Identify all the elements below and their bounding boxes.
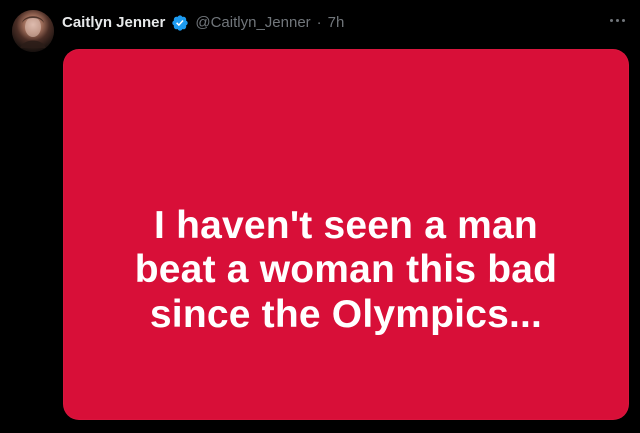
tweet: Caitlyn Jenner @Caitlyn_Jenner · 7h I ha… [0, 0, 640, 433]
verified-badge-icon [171, 14, 189, 32]
media-line-3: since the Olympics... [149, 292, 543, 336]
meta-separator: · [316, 14, 322, 31]
tweet-media[interactable]: I haven't seen a man beat a woman this b… [63, 49, 629, 420]
media-line-1: I haven't seen a man [154, 204, 538, 247]
tweet-header: Caitlyn Jenner @Caitlyn_Jenner · 7h [62, 12, 344, 34]
media-line-2: beat a woman this bad [134, 248, 558, 292]
display-name[interactable]: Caitlyn Jenner [62, 12, 165, 34]
handle[interactable]: @Caitlyn_Jenner [195, 12, 310, 34]
avatar[interactable] [12, 10, 54, 52]
media-text: I haven't seen a man beat a woman this b… [63, 204, 629, 337]
more-icon[interactable] [604, 10, 630, 30]
timestamp[interactable]: 7h [328, 12, 345, 34]
